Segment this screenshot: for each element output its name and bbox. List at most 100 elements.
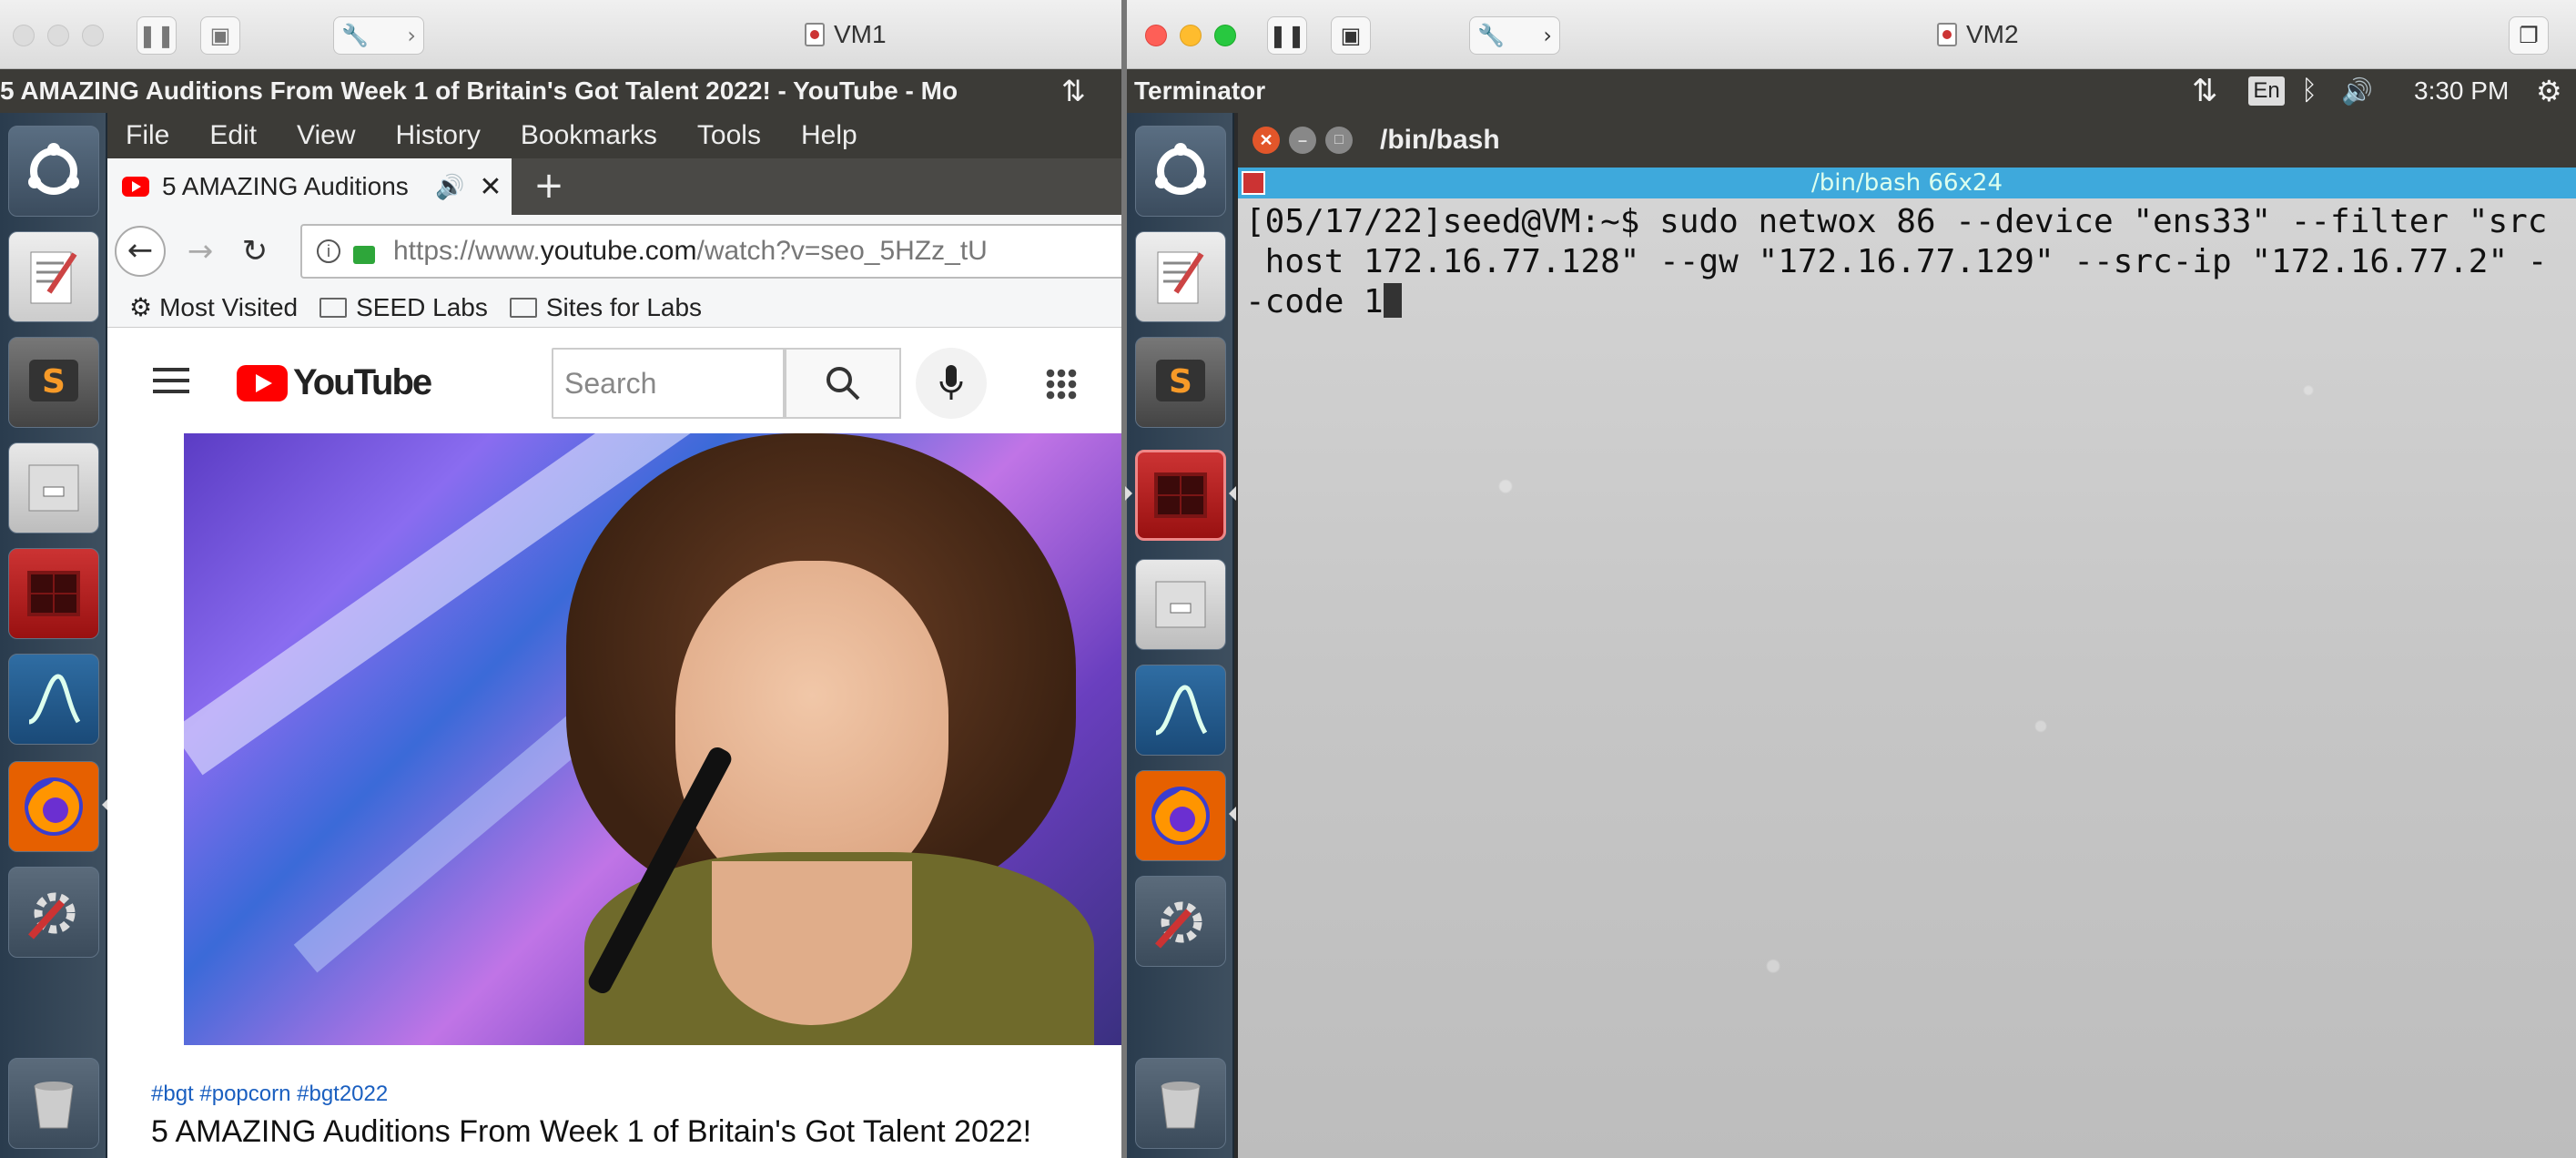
- volume-icon[interactable]: 🔊: [2341, 76, 2373, 107]
- firefox-running-indicator: [1229, 807, 1236, 821]
- terminator-icon[interactable]: [8, 548, 99, 639]
- url-bar[interactable]: i https://www. youtube.com/watch?v=seo_5H…: [300, 224, 1129, 279]
- firefox-icon[interactable]: [1135, 770, 1226, 861]
- search-icon: [827, 367, 860, 401]
- file-manager-icon[interactable]: [8, 442, 99, 533]
- ubuntu-dash-icon[interactable]: [1135, 126, 1226, 217]
- wireshark-icon[interactable]: [8, 654, 99, 745]
- trash-icon[interactable]: [1135, 1058, 1226, 1149]
- speaker-icon[interactable]: 🔊: [435, 173, 464, 201]
- active-app-indicator: [1229, 486, 1236, 501]
- vm2-minimize-button[interactable]: [1180, 25, 1202, 46]
- wrench-icon: 🔧: [1477, 23, 1505, 48]
- tab-youtube[interactable]: 5 AMAZING Auditions 🔊 ✕: [107, 158, 512, 215]
- text-editor-icon[interactable]: [8, 231, 99, 322]
- vm1-zoom-button[interactable]: [82, 25, 104, 46]
- terminal-cursor: [1383, 283, 1402, 318]
- folder-icon: [509, 297, 537, 318]
- vm2-title-text: VM2: [1966, 20, 2019, 48]
- youtube-page: YouTube Search #bgt #popcorn #bgt2022 5 …: [107, 328, 1121, 1158]
- terminator-window: ✕ – □ /bin/bash /bin/bash 66x24 [05/17/2…: [1238, 113, 2576, 1158]
- vm2-restore-button[interactable]: ❐: [2509, 16, 2549, 55]
- menu-view[interactable]: View: [297, 120, 355, 151]
- vm2-settings-button[interactable]: 🔧 ›: [1469, 16, 1560, 55]
- network-icon[interactable]: ⇅: [2192, 73, 2218, 109]
- vm1-pause-button[interactable]: ❚❚: [137, 16, 177, 55]
- vm1-settings-button[interactable]: 🔧 ›: [333, 16, 424, 55]
- terminal-grid-icon[interactable]: [1242, 171, 1265, 195]
- pause-icon: ❚❚: [1268, 23, 1306, 48]
- keyboard-indicator[interactable]: En: [2248, 76, 2285, 106]
- terminal-maximize-button[interactable]: □: [1325, 127, 1353, 154]
- menu-bookmarks[interactable]: Bookmarks: [521, 120, 657, 151]
- terminator-icon[interactable]: [1135, 450, 1226, 541]
- info-icon[interactable]: i: [317, 239, 340, 263]
- terminal-subtitle: /bin/bash 66x24: [1810, 169, 2003, 197]
- svg-text:S: S: [42, 363, 66, 401]
- system-settings-icon[interactable]: [1135, 876, 1226, 967]
- vm2-pause-button[interactable]: ❚❚: [1267, 16, 1307, 55]
- terminal-close-button[interactable]: ✕: [1253, 127, 1280, 154]
- reload-icon: ↻: [241, 233, 269, 269]
- trash-icon[interactable]: [8, 1058, 99, 1149]
- focused-app-indicator: [1125, 486, 1132, 501]
- close-tab-icon[interactable]: ✕: [479, 171, 502, 203]
- vm1-launcher: S: [0, 113, 109, 1158]
- menu-tools[interactable]: Tools: [697, 120, 761, 151]
- firefox-icon[interactable]: [8, 761, 99, 852]
- search-button[interactable]: [785, 348, 901, 419]
- new-tab-button[interactable]: +: [526, 166, 572, 208]
- wireshark-icon[interactable]: [1135, 665, 1226, 756]
- terminal-minimize-button[interactable]: –: [1289, 127, 1316, 154]
- network-icon: ⇅: [1061, 75, 1086, 107]
- menu-help[interactable]: Help: [801, 120, 857, 151]
- voice-search-button[interactable]: [916, 348, 987, 419]
- vm2-close-button[interactable]: [1145, 25, 1167, 46]
- sublime-text-icon[interactable]: S: [8, 337, 99, 428]
- video-performer: [530, 433, 1094, 1045]
- bookmark-seed-labs[interactable]: SEED Labs: [356, 293, 488, 322]
- vm2-snapshot-button[interactable]: ▣: [1331, 16, 1371, 55]
- video-player[interactable]: [184, 433, 1121, 1045]
- vm1-snapshot-button[interactable]: ▣: [200, 16, 240, 55]
- vm1-minimize-button[interactable]: [47, 25, 69, 46]
- vm1-close-button[interactable]: [13, 25, 35, 46]
- search-input[interactable]: Search: [552, 348, 785, 419]
- hashtags[interactable]: #bgt #popcorn #bgt2022: [151, 1082, 388, 1107]
- bookmark-most-visited[interactable]: Most Visited: [159, 293, 298, 322]
- sublime-text-icon[interactable]: S: [1135, 337, 1226, 428]
- forward-button[interactable]: →: [180, 231, 220, 271]
- forward-arrow-icon: →: [187, 233, 214, 269]
- vm-document-icon: [805, 23, 825, 46]
- snapshot-icon: ▣: [209, 23, 231, 48]
- bookmark-sites-for-labs[interactable]: Sites for Labs: [546, 293, 702, 322]
- bluetooth-icon[interactable]: ᛒ: [2301, 76, 2317, 107]
- back-arrow-icon: ←: [127, 232, 154, 269]
- vm2-zoom-button[interactable]: [1214, 25, 1236, 46]
- apps-grid-icon[interactable]: [1045, 368, 1078, 401]
- terminal-line: [05/17/22]seed@VM:~$ sudo netwox 86 --de…: [1245, 203, 2548, 240]
- file-manager-icon[interactable]: [1135, 559, 1226, 650]
- folder-icon: [319, 297, 348, 318]
- system-settings-icon[interactable]: [8, 867, 99, 958]
- text-editor-icon[interactable]: [1135, 231, 1226, 322]
- vm2-title: VM2: [1937, 0, 2019, 69]
- settings-gear-icon[interactable]: ⚙: [2536, 74, 2562, 108]
- url-prefix: https://www.: [393, 236, 541, 266]
- back-button[interactable]: ←: [115, 226, 166, 277]
- terminal-line-last: -code 1: [1245, 282, 2565, 322]
- reload-button[interactable]: ↻: [235, 231, 275, 271]
- menu-history[interactable]: History: [396, 120, 481, 151]
- menu-file[interactable]: File: [126, 120, 169, 151]
- terminal-body[interactable]: [05/17/22]seed@VM:~$ sudo netwox 86 --de…: [1238, 198, 2576, 1158]
- vm1-ubuntu-panel: 5 AMAZING Auditions From Week 1 of Brita…: [0, 69, 1121, 113]
- youtube-logo[interactable]: YouTube: [237, 362, 432, 403]
- lock-icon: [353, 246, 375, 264]
- gear-icon: ⚙: [129, 293, 153, 321]
- vm1-title-bar: ❚❚ ▣ 🔧 › VM1: [0, 0, 1121, 69]
- clock[interactable]: 3:30 PM: [2414, 76, 2509, 106]
- firefox-tab-bar: 5 AMAZING Auditions 🔊 ✕ +: [107, 158, 1121, 215]
- hamburger-menu-icon[interactable]: [153, 368, 189, 393]
- menu-edit[interactable]: Edit: [209, 120, 257, 151]
- ubuntu-dash-icon[interactable]: [8, 126, 99, 217]
